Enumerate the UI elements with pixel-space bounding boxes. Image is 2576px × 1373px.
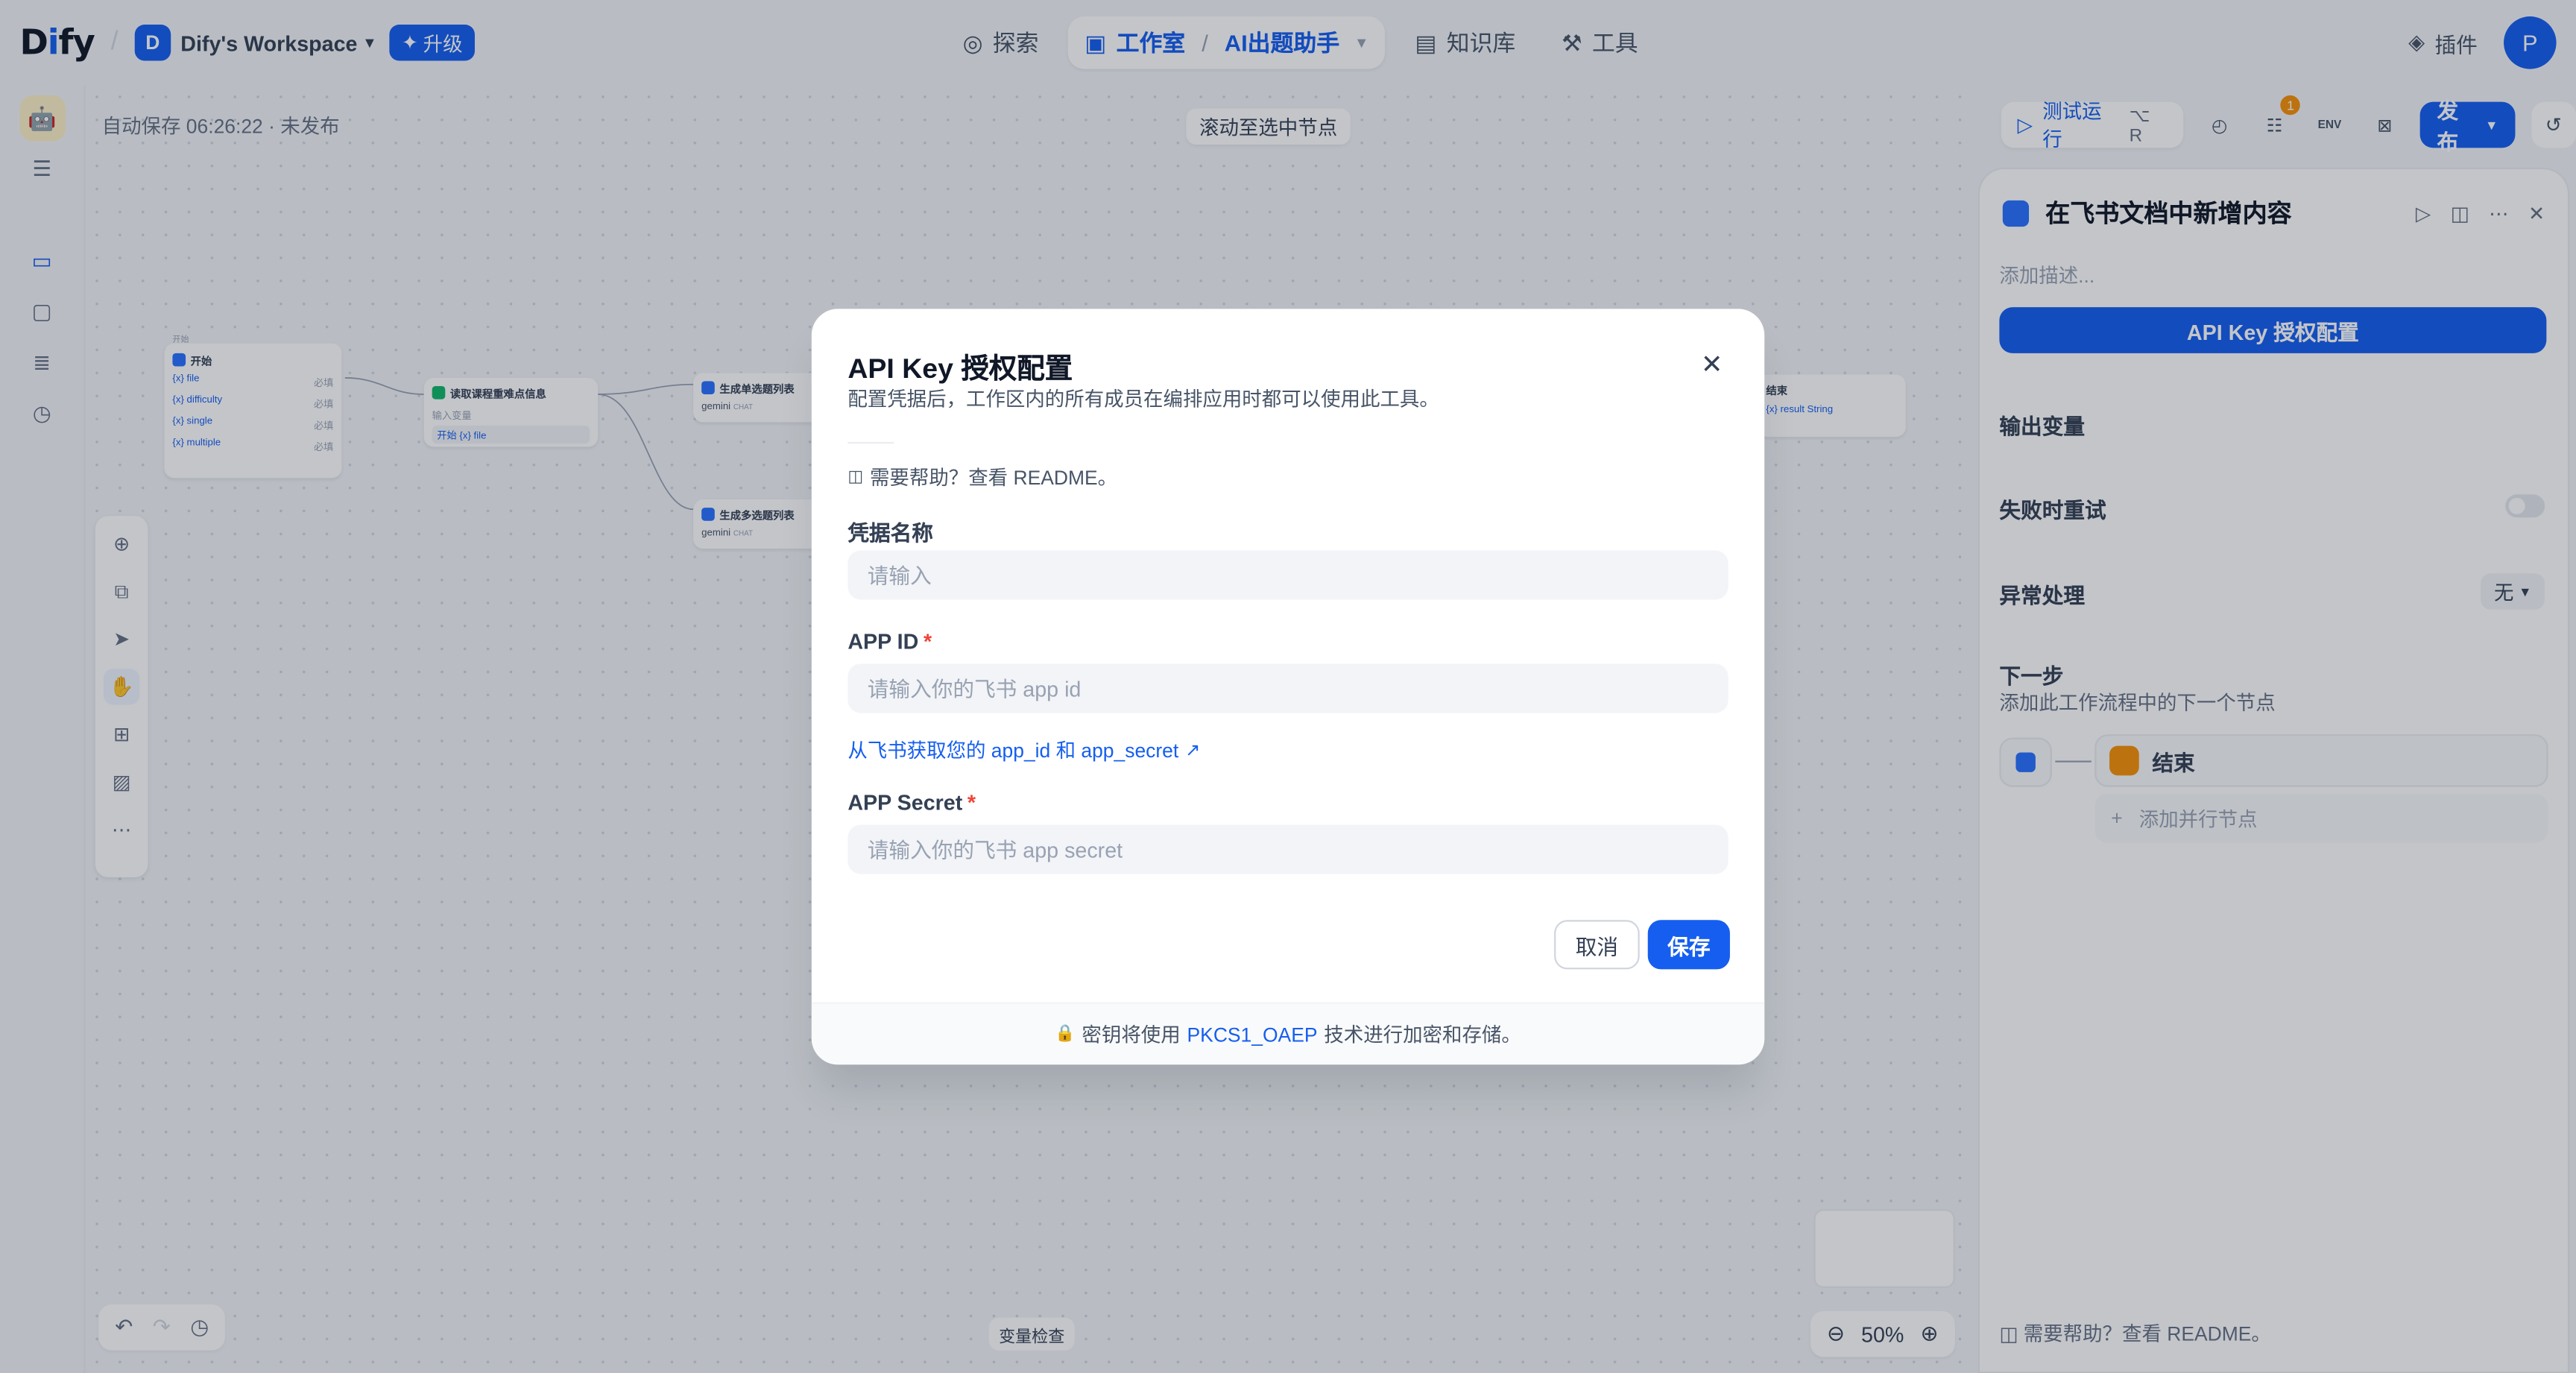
modal-title: API Key 授权配置	[847, 353, 1073, 385]
close-icon[interactable]: ✕	[1696, 348, 1729, 381]
readme-help-link[interactable]: ◫ 需要帮助？查看 README。	[847, 464, 1117, 491]
encryption-prefix: 密钥将使用	[1082, 1023, 1181, 1047]
required-mark: *	[967, 790, 976, 815]
encryption-method-link[interactable]: PKCS1_OAEP	[1187, 1023, 1318, 1046]
save-button[interactable]: 保存	[1647, 920, 1730, 970]
app-id-label: APP ID *	[847, 629, 932, 654]
cancel-button[interactable]: 取消	[1554, 920, 1640, 970]
feishu-credentials-label: 从飞书获取您的 app_id 和 app_secret	[847, 739, 1179, 763]
feishu-credentials-link[interactable]: 从飞书获取您的 app_id 和 app_secret ↗	[847, 736, 1200, 763]
required-mark: *	[923, 629, 932, 654]
app-root: Dify / D Dify's Workspace ▼ ✦ 升级 ◎ 探索 ▣ …	[0, 0, 2576, 1373]
encryption-suffix: 技术进行加密和存储。	[1324, 1023, 1521, 1047]
credential-name-label: 凭据名称	[847, 520, 933, 546]
lock-icon: 🔒	[1055, 1025, 1076, 1044]
modal-divider	[847, 441, 894, 444]
book-open-icon: ◫	[847, 468, 864, 487]
encryption-notice: 🔒 密钥将使用 PKCS1_OAEP 技术进行加密和存储。	[811, 1002, 1765, 1065]
app-secret-input[interactable]	[847, 824, 1729, 874]
modal-description: 配置凭据后，工作区内的所有成员在编排应用时都可以使用此工具。	[847, 388, 1439, 411]
api-key-modal: API Key 授权配置 配置凭据后，工作区内的所有成员在编排应用时都可以使用此…	[811, 309, 1765, 1065]
external-link-icon: ↗	[1185, 741, 1201, 761]
readme-help-label: 需要帮助？查看 README。	[869, 466, 1118, 490]
app-id-input[interactable]	[847, 663, 1729, 713]
credential-name-input[interactable]	[847, 550, 1729, 600]
app-secret-label: APP Secret *	[847, 790, 976, 815]
